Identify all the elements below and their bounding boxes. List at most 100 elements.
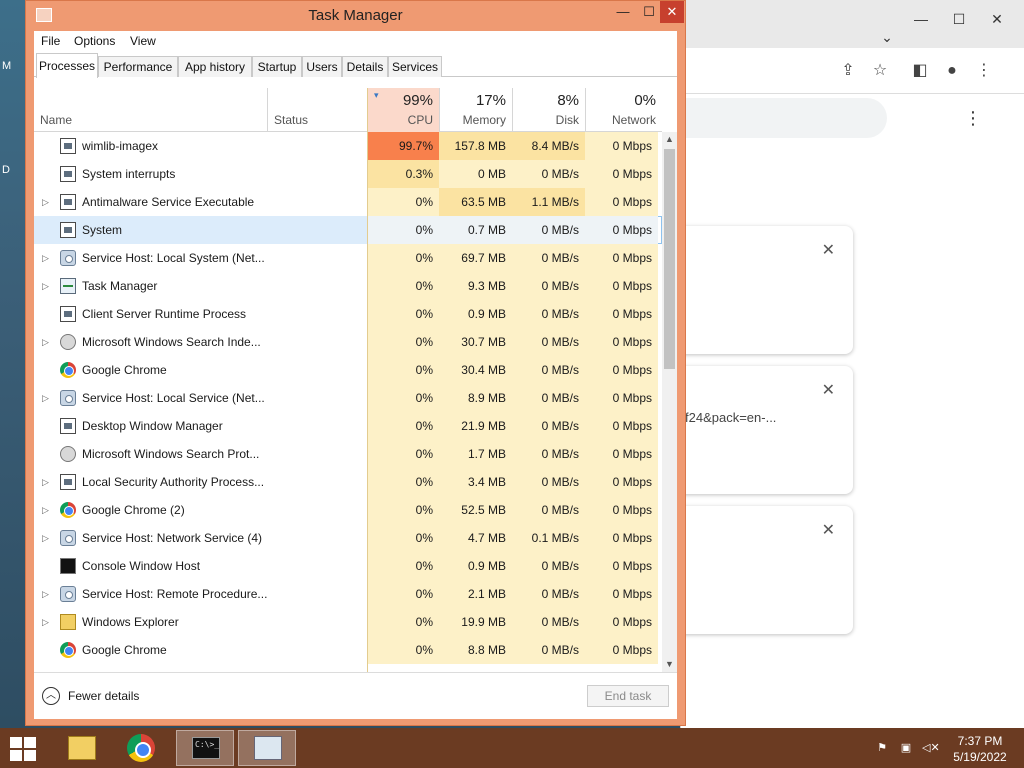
close-icon[interactable]: ✕ — [822, 520, 835, 540]
close-button[interactable]: ✕ — [660, 1, 684, 23]
expand-chevron-icon[interactable]: ▷ — [42, 328, 52, 356]
tab-performance[interactable]: Performance — [98, 56, 178, 77]
chrome-window: ⌄ — ☐ ✕ ⇪ ☆ ◧ ● ⋮ ⋮ ✕ ✕ f24&pack=en-... … — [680, 0, 1024, 728]
action-center-flag-icon[interactable]: ⚑ — [874, 741, 890, 755]
star-icon[interactable]: ☆ — [869, 60, 891, 82]
maximize-icon[interactable]: ☐ — [945, 8, 973, 30]
tab-details[interactable]: Details — [342, 56, 388, 77]
menu-view[interactable]: View — [130, 34, 156, 48]
expand-chevron-icon[interactable]: ▷ — [42, 608, 52, 636]
console-icon — [60, 558, 76, 574]
table-row[interactable]: Service Host: Local System (Net... ▷ 0% 69.… — [34, 244, 662, 272]
table-row[interactable]: System 0% 0.7 MB 0 MB/s 0 Mbps — [34, 216, 662, 244]
process-status — [267, 300, 367, 328]
tab-processes[interactable]: Processes — [36, 53, 98, 78]
fewer-details-link[interactable]: Fewer details — [68, 689, 139, 703]
more-options-icon[interactable]: ⋮ — [963, 106, 983, 130]
memory-total-percent: 17% — [475, 92, 506, 109]
menu-options[interactable]: Options — [74, 34, 115, 48]
network-icon[interactable]: ▣ — [898, 741, 914, 755]
chevron-up-icon[interactable]: ︿ — [42, 687, 60, 705]
table-row[interactable]: Antimalware Service Executable ▷ 0% 63.5 MB… — [34, 188, 662, 216]
table-row[interactable]: wimlib-imagex 99.7% 157.8 MB 8.4 MB/s 0 Mbps — [34, 132, 662, 160]
taskbar-task-manager[interactable] — [238, 730, 296, 766]
table-row[interactable]: Console Window Host 0% 0.9 MB 0 MB/s 0 Mbps — [34, 552, 662, 580]
process-status — [267, 244, 367, 272]
memory-value: 30.4 MB — [439, 356, 512, 384]
column-label-name: Name — [40, 113, 73, 127]
cpu-value: 0% — [367, 328, 439, 356]
network-value: 0 Mbps — [585, 356, 658, 384]
column-header-network[interactable]: 0% Network — [585, 88, 662, 132]
expand-chevron-icon[interactable]: ▷ — [42, 468, 52, 496]
scroll-down-icon[interactable]: ▼ — [662, 657, 677, 672]
menu-file[interactable]: File — [41, 34, 60, 48]
search-box[interactable] — [681, 98, 887, 138]
taskbar-command-prompt[interactable]: C:\>_ — [176, 730, 234, 766]
disk-value: 0 MB/s — [512, 244, 585, 272]
chrome-menu-icon[interactable]: ⋮ — [973, 60, 995, 82]
task-manager-client: File Options View Processes Performance … — [34, 31, 677, 719]
file-explorer-icon — [68, 736, 96, 760]
side-panel-icon[interactable]: ◧ — [909, 60, 931, 82]
start-button[interactable] — [8, 736, 38, 762]
taskbar-file-explorer[interactable] — [52, 730, 110, 766]
table-row[interactable]: Windows Explorer ▷ 0% 19.9 MB 0 MB/s 0 Mbps — [34, 608, 662, 636]
process-status — [267, 412, 367, 440]
volume-muted-icon[interactable]: ◁✕ — [922, 741, 940, 755]
column-header-name[interactable]: Name — [34, 88, 267, 132]
clock-date[interactable]: 5/19/2022 — [940, 750, 1020, 764]
vertical-scrollbar[interactable]: ▲ ▼ — [662, 132, 677, 672]
table-row[interactable]: Google Chrome (2) ▷ 0% 52.5 MB 0 MB/s 0 Mbps — [34, 496, 662, 524]
table-row[interactable]: Task Manager ▷ 0% 9.3 MB 0 MB/s 0 Mbps — [34, 272, 662, 300]
expand-chevron-icon[interactable]: ▷ — [42, 496, 52, 524]
table-row[interactable]: Local Security Authority Process... ▷ 0% 3.… — [34, 468, 662, 496]
table-row[interactable]: Service Host: Local Service (Net... ▷ 0% 8.… — [34, 384, 662, 412]
windows-logo-icon — [10, 737, 22, 748]
column-header-disk[interactable]: 8% Disk — [512, 88, 585, 132]
cpu-value: 0% — [367, 272, 439, 300]
profile-avatar-icon[interactable]: ● — [941, 60, 963, 82]
maximize-icon[interactable]: ☐ — [638, 1, 660, 23]
close-icon[interactable]: ✕ — [983, 8, 1011, 30]
expand-chevron-icon[interactable]: ▷ — [42, 524, 52, 552]
close-icon[interactable]: ✕ — [822, 240, 835, 260]
table-row[interactable]: Client Server Runtime Process 0% 0.9 MB 0 M… — [34, 300, 662, 328]
table-row[interactable]: Desktop Window Manager 0% 21.9 MB 0 MB/s 0 M… — [34, 412, 662, 440]
column-header-status[interactable]: Status — [267, 88, 367, 132]
download-card[interactable]: ✕ — [681, 226, 853, 354]
scroll-up-icon[interactable]: ▲ — [662, 132, 677, 147]
tab-users[interactable]: Users — [302, 56, 342, 77]
memory-value: 8.8 MB — [439, 636, 512, 664]
table-row[interactable]: Google Chrome 0% 30.4 MB 0 MB/s 0 Mbps — [34, 356, 662, 384]
minimize-icon[interactable]: — — [907, 8, 935, 30]
share-icon[interactable]: ⇪ — [837, 60, 859, 82]
taskbar-chrome[interactable] — [112, 730, 170, 766]
tab-services[interactable]: Services — [388, 56, 442, 77]
expand-chevron-icon[interactable]: ▷ — [42, 188, 52, 216]
download-card[interactable]: ✕ — [681, 506, 853, 634]
table-row[interactable]: Microsoft Windows Search Inde... ▷ 0% 30.7 … — [34, 328, 662, 356]
tab-app-history[interactable]: App history — [178, 56, 252, 77]
table-row[interactable]: System interrupts 0.3% 0 MB 0 MB/s 0 Mbps — [34, 160, 662, 188]
table-row[interactable]: Microsoft Windows Search Prot... 0% 1.7 MB… — [34, 440, 662, 468]
tab-strip: Processes Performance App history Startu… — [34, 53, 677, 78]
expand-chevron-icon[interactable]: ▷ — [42, 384, 52, 412]
network-value: 0 Mbps — [585, 328, 658, 356]
table-row[interactable]: Service Host: Remote Procedure... ▷ 0% 2.1 … — [34, 580, 662, 608]
expand-chevron-icon[interactable]: ▷ — [42, 580, 52, 608]
tab-startup[interactable]: Startup — [252, 56, 302, 77]
column-header-memory[interactable]: 17% Memory — [439, 88, 512, 132]
scrollbar-thumb[interactable] — [664, 149, 675, 369]
end-task-button[interactable]: End task — [587, 685, 669, 707]
expand-chevron-icon[interactable]: ▷ — [42, 272, 52, 300]
table-row[interactable]: Service Host: Network Service (4) ▷ 0% 4.7 … — [34, 524, 662, 552]
column-header-cpu[interactable]: ▾ 99% CPU — [367, 88, 439, 132]
close-icon[interactable]: ✕ — [822, 380, 835, 400]
chevron-down-icon[interactable]: ⌄ — [873, 26, 901, 48]
download-card[interactable]: ✕ f24&pack=en-... — [681, 366, 853, 494]
expand-chevron-icon[interactable]: ▷ — [42, 244, 52, 272]
table-row[interactable]: Google Chrome 0% 8.8 MB 0 MB/s 0 Mbps — [34, 636, 662, 664]
clock-time[interactable]: 7:37 PM — [940, 734, 1020, 748]
task-manager-titlebar[interactable]: Task Manager — ☐ ✕ — [26, 1, 685, 31]
